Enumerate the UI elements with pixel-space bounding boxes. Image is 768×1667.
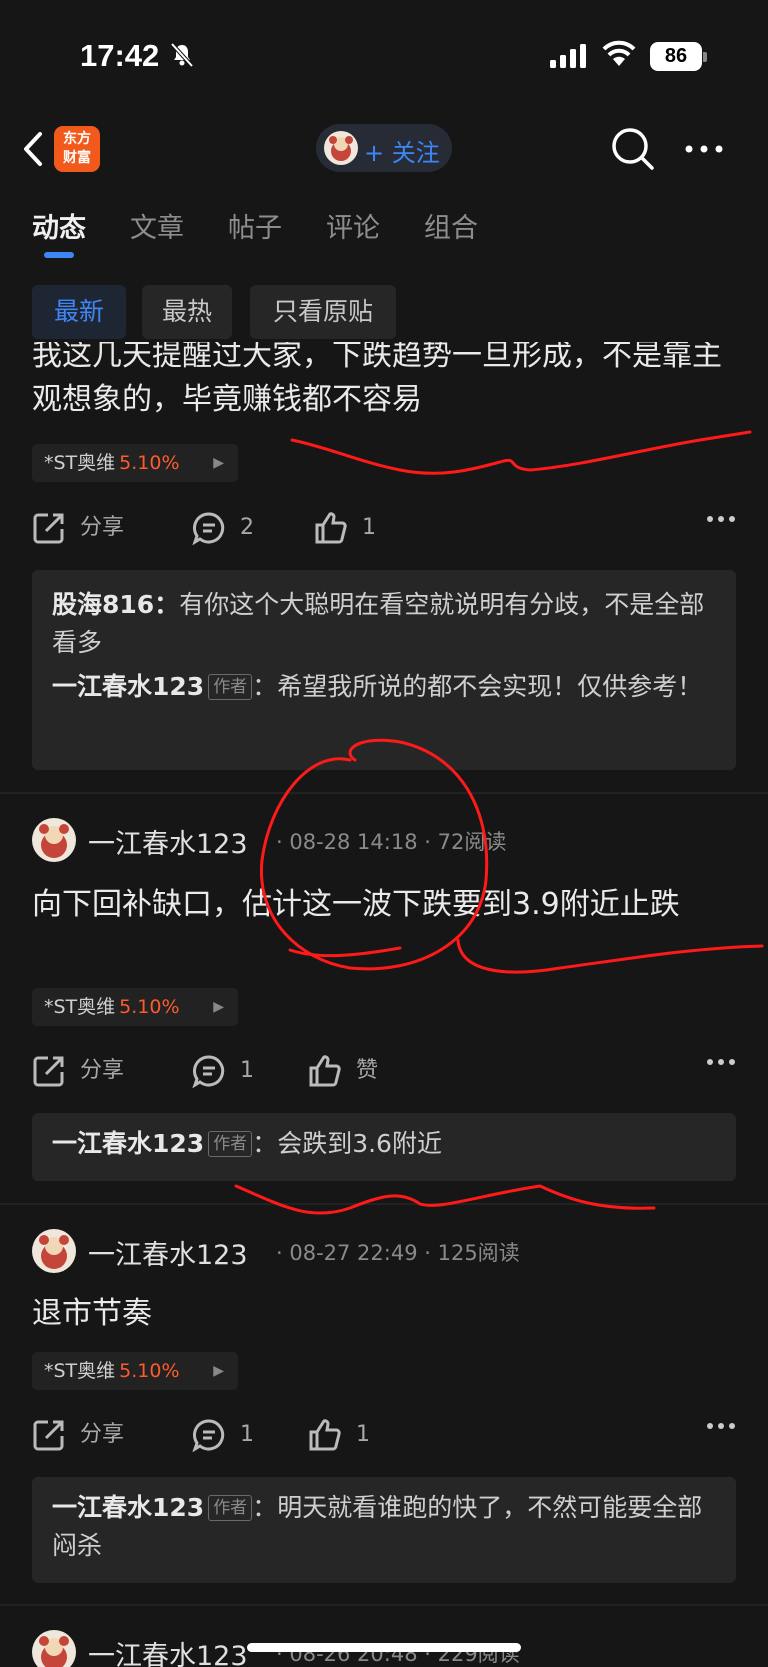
bell-muted-icon: [170, 42, 194, 68]
chevron-right-icon: ▶: [213, 455, 224, 471]
share-icon: [33, 1056, 64, 1087]
back-chevron-icon[interactable]: [18, 128, 48, 170]
divider: [0, 1203, 768, 1205]
post-text[interactable]: 我这几天提醒过大家，下跌趋势一旦形成，不是靠主观想象的，毕竟赚钱都不容易: [32, 342, 742, 432]
divider: [0, 792, 768, 794]
battery-indicator: 86: [650, 42, 702, 71]
tab-posts[interactable]: 帖子: [228, 206, 282, 245]
follow-label: + 关注: [364, 139, 440, 167]
reply-author[interactable]: 一江春水123: [52, 1129, 204, 1158]
avatar[interactable]: [32, 1229, 76, 1273]
stock-tag[interactable]: *ST奥维 5.10% ▶: [32, 988, 238, 1026]
tab-comments[interactable]: 评论: [326, 206, 380, 245]
author-badge: 作者: [208, 1131, 253, 1157]
comment-count: 1: [240, 1422, 254, 1447]
filter-original-only[interactable]: 只看原贴: [250, 285, 396, 339]
author-name[interactable]: 一江春水123: [88, 1233, 248, 1272]
post-text[interactable]: 向下回补缺口，估计这一波下跌要到3.9附近止跌: [32, 883, 742, 927]
filter-latest[interactable]: 最新: [32, 285, 126, 339]
signal-icon: [550, 44, 586, 68]
thumbs-up-icon: [309, 1055, 341, 1087]
post-actions: 分享 1 赞: [32, 1048, 736, 1094]
comment-icon: [192, 512, 225, 545]
like-label: 赞: [356, 1058, 379, 1083]
more-icon[interactable]: [706, 515, 736, 523]
stock-tag-name: *ST奥维: [44, 1360, 116, 1382]
divider: [0, 1604, 768, 1606]
like-count: 1: [362, 515, 376, 540]
stock-tag-name: *ST奥维: [44, 452, 116, 474]
chevron-right-icon: ▶: [213, 1363, 224, 1379]
status-bar: 17:42 86: [0, 0, 768, 110]
share-label: 分享: [80, 1422, 125, 1447]
stock-tag-change: 5.10%: [119, 452, 180, 474]
status-time: 17:42: [80, 38, 160, 73]
author-badge: 作者: [208, 674, 253, 700]
share-label: 分享: [80, 515, 125, 540]
annotation-underline: [290, 430, 752, 475]
comment-icon: [192, 1419, 225, 1452]
reply-author[interactable]: 股海816：: [52, 590, 179, 619]
comment-count: 1: [240, 1058, 254, 1083]
avatar: [324, 131, 358, 165]
reply-item: 股海816：有你这个大聪明在看空就说明有分歧，不是全部看多: [52, 586, 716, 662]
reply-item: 一江春水123 作者 ：希望我所说的都不会实现！仅供参考！: [52, 668, 716, 706]
post-actions: 分享 2 1: [32, 505, 736, 551]
reply-author[interactable]: 一江春水123: [52, 672, 204, 701]
author-name[interactable]: 一江春水123: [88, 1634, 248, 1667]
comment-icon: [192, 1055, 225, 1088]
reply-box[interactable]: 一江春水123 作者 ：明天就看谁跑的快了，不然可能要全部闷杀: [32, 1477, 736, 1583]
stock-tag-name: *ST奥维: [44, 996, 116, 1018]
wifi-icon: [602, 40, 636, 66]
reply-box[interactable]: 一江春水123 作者 ：会跌到3.6附近: [32, 1113, 736, 1181]
eastmoney-logo[interactable]: 东方 财富: [54, 126, 100, 172]
annotation-underline: [456, 938, 764, 974]
tab-dynamics[interactable]: 动态: [32, 206, 86, 245]
reply-box[interactable]: 股海816：有你这个大聪明在看空就说明有分歧，不是全部看多 一江春水123 作者：…: [32, 570, 736, 770]
stock-tag-change: 5.10%: [119, 1360, 180, 1382]
tab-articles[interactable]: 文章: [130, 206, 184, 245]
thumbs-up-icon: [309, 1419, 341, 1451]
author-badge: 作者: [208, 1495, 253, 1521]
stock-tag[interactable]: *ST奥维 5.10% ▶: [32, 444, 238, 482]
reply-text: ：希望我所说的都不会实现！仅供参考！: [252, 672, 703, 701]
post-actions: 分享 1 1: [32, 1412, 736, 1458]
active-tab-indicator: [44, 252, 74, 258]
logo-line-2: 财富: [63, 150, 91, 166]
thumbs-up-icon: [315, 512, 347, 544]
avatar[interactable]: [32, 1630, 76, 1667]
share-icon: [33, 513, 64, 544]
chevron-right-icon: ▶: [213, 999, 224, 1015]
avatar[interactable]: [32, 818, 76, 862]
more-icon[interactable]: [706, 1058, 736, 1066]
filter-hot[interactable]: 最热: [142, 285, 232, 339]
search-icon[interactable]: [610, 126, 656, 172]
annotation-underline: [288, 946, 402, 958]
reply-item: 一江春水123 作者 ：明天就看谁跑的快了，不然可能要全部闷杀: [52, 1489, 716, 1565]
stock-tag-change: 5.10%: [119, 996, 180, 1018]
share-label: 分享: [80, 1058, 125, 1083]
annotation-underline: [234, 1184, 656, 1215]
tab-portfolio[interactable]: 组合: [424, 206, 478, 245]
share-icon: [33, 1420, 64, 1451]
post-text[interactable]: 退市节奏: [32, 1292, 742, 1336]
reply-text: ：会跌到3.6附近: [252, 1129, 442, 1158]
like-count: 1: [356, 1422, 370, 1447]
post-info: · 08-27 22:49 · 125阅读: [276, 1241, 520, 1265]
nav-bar: 东方 财富 + 关注: [0, 110, 768, 190]
stock-tag[interactable]: *ST奥维 5.10% ▶: [32, 1352, 238, 1390]
home-indicator[interactable]: [247, 1643, 521, 1652]
reply-item: 一江春水123 作者 ：会跌到3.6附近: [52, 1125, 716, 1163]
tab-bar: 动态 文章 帖子 评论 组合: [0, 206, 768, 264]
post-content: 我这几天提醒过大家，下跌趋势一旦形成，不是靠主观想象的，毕竟赚钱都不容易: [32, 342, 722, 417]
logo-line-1: 东方: [63, 131, 91, 147]
comment-count: 2: [240, 515, 254, 540]
more-icon[interactable]: [706, 1422, 736, 1430]
reply-author[interactable]: 一江春水123: [52, 1493, 204, 1522]
follow-button[interactable]: + 关注: [316, 124, 452, 172]
more-icon[interactable]: [684, 144, 724, 154]
author-name[interactable]: 一江春水123: [88, 822, 248, 861]
post-info: · 08-28 14:18 · 72阅读: [276, 830, 507, 854]
battery-tip: [703, 52, 707, 62]
